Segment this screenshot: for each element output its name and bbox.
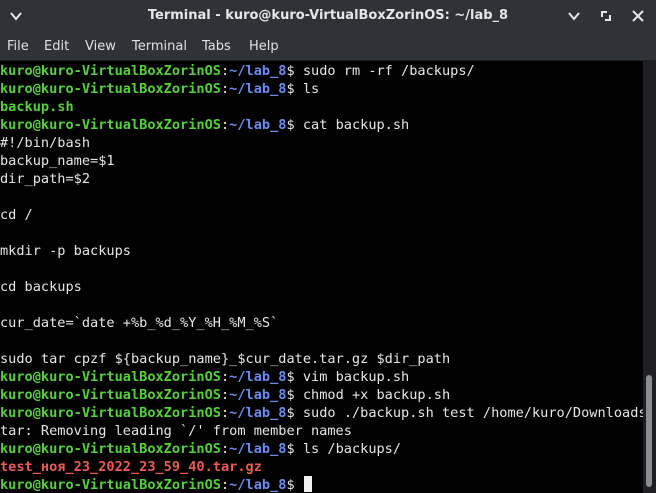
prompt-separator: :	[220, 387, 230, 403]
menu-bar: File Edit View Terminal Tabs Help	[0, 34, 656, 61]
prompt-symbol: $	[286, 63, 295, 79]
prompt-user-host: kuro@kuro-VirtualBoxZorinOS	[0, 387, 221, 403]
prompt-line: kuro@kuro-VirtualBoxZorinOS:~/lab_8$	[0, 476, 312, 493]
output-line: cur_date=`date +%b_%d_%Y_%H_%M_%S`	[0, 315, 279, 331]
prompt-line: kuro@kuro-VirtualBoxZorinOS:~/lab_8$ vim…	[0, 368, 409, 386]
output-line: dir_path=$2	[0, 171, 91, 187]
output-line: #!/bin/bash	[0, 135, 91, 151]
close-icon[interactable]	[630, 8, 646, 24]
prompt-user-host: kuro@kuro-VirtualBoxZorinOS	[0, 81, 221, 97]
file-listing: backup.sh	[0, 99, 74, 115]
prompt-symbol: $	[286, 405, 295, 421]
prompt-symbol: $	[286, 369, 295, 385]
prompt-path: ~/lab_8	[229, 441, 287, 457]
menu-terminal[interactable]: Terminal	[132, 39, 187, 54]
prompt-user-host: kuro@kuro-VirtualBoxZorinOS	[0, 369, 221, 385]
prompt-symbol: $	[286, 477, 295, 493]
command-text: sudo ./backup.sh test /home/kuro/Downloa…	[294, 405, 643, 421]
menu-edit[interactable]: Edit	[44, 39, 69, 54]
prompt-path: ~/lab_8	[229, 477, 287, 493]
prompt-symbol: $	[286, 117, 295, 133]
prompt-path: ~/lab_8	[229, 405, 287, 421]
prompt-path: ~/lab_8	[229, 369, 287, 385]
prompt-separator: :	[220, 441, 230, 457]
prompt-separator: :	[220, 81, 230, 97]
terminal-output[interactable]: kuro@kuro-VirtualBoxZorinOS:~/lab_8$ sud…	[0, 61, 643, 493]
prompt-symbol: $	[286, 81, 295, 97]
output-line: cd backups	[0, 279, 82, 295]
prompt-line: kuro@kuro-VirtualBoxZorinOS:~/lab_8$ chm…	[0, 386, 450, 404]
prompt-path: ~/lab_8	[229, 81, 287, 97]
prompt-line: kuro@kuro-VirtualBoxZorinOS:~/lab_8$ sud…	[0, 62, 475, 80]
text-cursor	[303, 476, 312, 492]
title-bar[interactable]: Terminal - kuro@kuro-VirtualBoxZorinOS: …	[0, 0, 656, 34]
prompt-user-host: kuro@kuro-VirtualBoxZorinOS	[0, 405, 221, 421]
prompt-path: ~/lab_8	[229, 387, 287, 403]
prompt-user-host: kuro@kuro-VirtualBoxZorinOS	[0, 117, 221, 133]
terminal-window: Terminal - kuro@kuro-VirtualBoxZorinOS: …	[0, 0, 656, 493]
prompt-line: kuro@kuro-VirtualBoxZorinOS:~/lab_8$ cat…	[0, 116, 409, 134]
prompt-separator: :	[220, 63, 230, 79]
command-text: chmod +x backup.sh	[294, 387, 451, 403]
menu-view[interactable]: View	[85, 39, 116, 54]
prompt-user-host: kuro@kuro-VirtualBoxZorinOS	[0, 441, 221, 457]
prompt-symbol: $	[286, 441, 295, 457]
prompt-path: ~/lab_8	[229, 117, 287, 133]
command-text: ls	[294, 81, 320, 97]
prompt-line: kuro@kuro-VirtualBoxZorinOS:~/lab_8$ ls …	[0, 440, 401, 458]
prompt-line: kuro@kuro-VirtualBoxZorinOS:~/lab_8$ ls	[0, 80, 319, 98]
scrollbar[interactable]	[643, 61, 656, 493]
output-line: tar: Removing leading `/' from member na…	[0, 423, 352, 439]
command-text: ls /backups/	[294, 441, 402, 457]
prompt-line: kuro@kuro-VirtualBoxZorinOS:~/lab_8$ sud…	[0, 404, 643, 422]
window-title: Terminal - kuro@kuro-VirtualBoxZorinOS: …	[147, 8, 509, 23]
prompt-separator: :	[220, 117, 230, 133]
prompt-user-host: kuro@kuro-VirtualBoxZorinOS	[0, 63, 221, 79]
scrollbar-thumb[interactable]	[646, 375, 652, 487]
prompt-user-host: kuro@kuro-VirtualBoxZorinOS	[0, 477, 221, 493]
command-text: vim backup.sh	[294, 369, 410, 385]
command-text	[295, 477, 303, 493]
prompt-separator: :	[220, 369, 230, 385]
minimize-icon[interactable]	[566, 8, 582, 24]
prompt-symbol: $	[286, 387, 295, 403]
output-line: mkdir -p backups	[0, 243, 131, 259]
menu-file[interactable]: File	[7, 39, 29, 54]
menu-tabs[interactable]: Tabs	[202, 39, 231, 54]
maximize-icon[interactable]	[598, 8, 614, 24]
output-line: backup_name=$1	[0, 153, 115, 169]
prompt-separator: :	[220, 477, 230, 493]
menu-help[interactable]: Help	[249, 39, 279, 54]
prompt-path: ~/lab_8	[229, 63, 287, 79]
command-text: cat backup.sh	[294, 117, 410, 133]
archive-filename: test_ноя_23_2022_23_59_40.tar.gz	[0, 459, 262, 475]
output-line: sudo tar cpzf ${backup_name}_$cur_date.t…	[0, 351, 451, 367]
output-line: cd /	[0, 207, 33, 223]
command-text: sudo rm -rf /backups/	[294, 63, 475, 79]
prompt-separator: :	[220, 405, 230, 421]
